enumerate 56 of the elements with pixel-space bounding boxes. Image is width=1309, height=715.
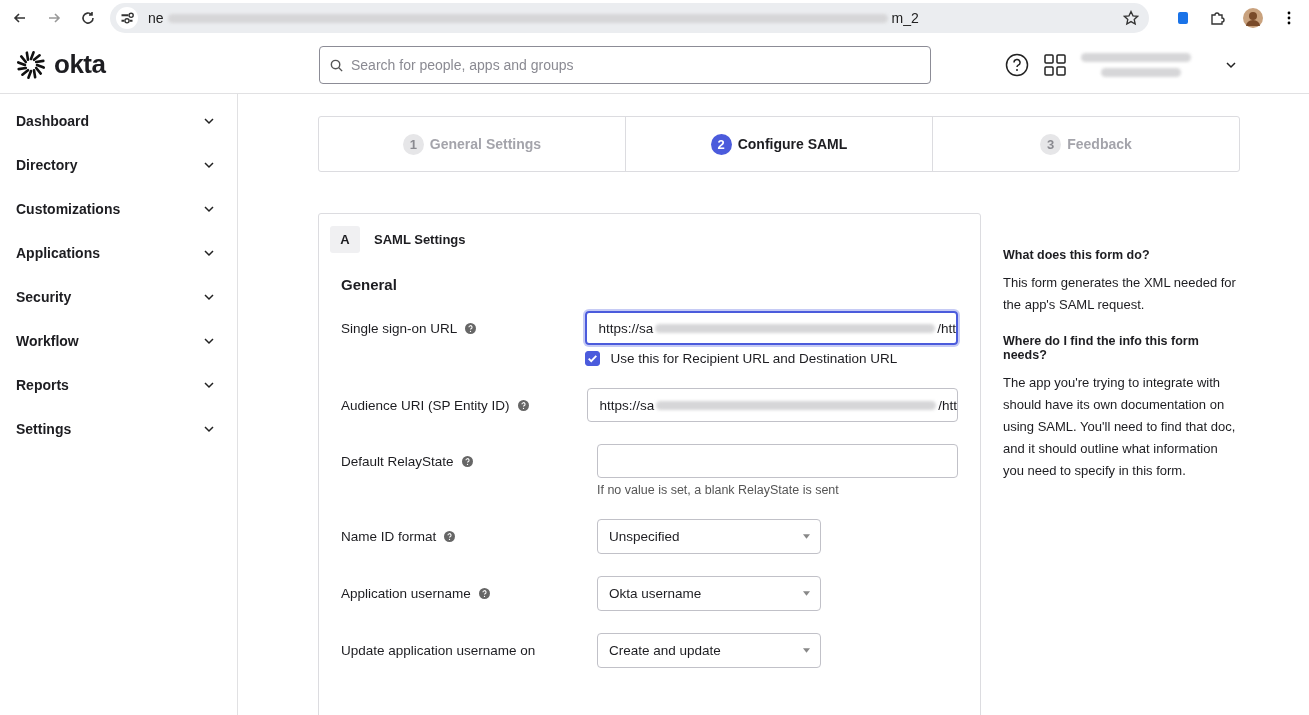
help-question: What does this form do? [1003,248,1151,262]
field-label: Update application username on [341,643,536,658]
text-field[interactable]: https://sa /htt [585,311,958,345]
sidebar-item[interactable]: Applications [0,231,237,275]
url-text: ne [148,10,164,26]
puzzle-icon[interactable] [1209,10,1225,26]
dropdown[interactable]: Create and update [597,633,821,668]
site-settings-icon[interactable] [116,7,138,29]
step-number: 2 [710,133,732,155]
sidebar-item[interactable]: Customizations [0,187,237,231]
wizard-step-tab[interactable]: 2 Configure SAML [625,117,932,171]
subsection-title: General [341,276,398,293]
extension-icon[interactable] [1175,10,1191,26]
dropdown[interactable]: Okta username [597,576,821,611]
step-label: General Settings [429,136,542,152]
sidebar-item[interactable]: Security [0,275,237,319]
help-question: Where do I find the info this form needs? [1003,334,1200,362]
step-number: 1 [402,133,424,155]
sidebar-item[interactable]: Reports [0,363,237,407]
star-icon[interactable] [1123,10,1139,26]
search-field[interactable]: Search for people, apps and groups [319,45,931,84]
caret-icon [803,534,810,539]
field-label: Name ID format [341,529,437,544]
avatar-icon[interactable] [1243,8,1263,28]
caret-icon [803,648,810,653]
sidebar-item[interactable]: Workflow [0,319,237,363]
text-field[interactable] [597,444,958,478]
help-icon[interactable] [1005,52,1029,77]
checkbox-label: Use this for Recipient URL and Destination URL [610,351,898,366]
sunburst-logo-icon [16,49,46,80]
check-icon [586,352,600,365]
step-label: Configure SAML [737,136,848,152]
help-answer: The app you're trying to integrate with should have its own documentation on using SAML. You'll need to find that doc, and it should outline what information you need to specify in this form. [1003,374,1237,480]
step-number: 3 [1040,133,1062,155]
field-hint: If no value is set, a blank RelayState is sent [597,483,840,497]
text-field[interactable]: https://sa /htt [587,388,958,422]
sidebar-item[interactable]: Directory [0,143,237,187]
step-label: Feedback [1067,136,1132,152]
checkbox[interactable] [585,351,601,366]
apps-grid-icon[interactable] [1043,52,1067,77]
caret-icon [803,591,810,596]
field-label: Single sign-on URL [341,321,458,336]
field-label: Application username [341,586,471,601]
url-text: m_2 [891,10,919,26]
address-bar[interactable]: ne m_2 [110,3,1149,33]
reload-icon[interactable] [80,10,96,26]
field-label: Audience URI (SP Entity ID) [341,398,510,413]
logo-text: okta [54,49,106,80]
search-icon [329,57,344,73]
field-label: Default RelayState [341,454,454,469]
sidebar-item[interactable]: Settings [0,407,237,451]
section-letter: A [330,226,360,253]
sidebar-item[interactable]: Dashboard [0,99,237,143]
help-answer: This form generates the XML needed for the app's SAML request. [1003,274,1237,314]
dropdown[interactable]: Unspecified [597,519,821,554]
section-title: SAML Settings [374,232,466,247]
